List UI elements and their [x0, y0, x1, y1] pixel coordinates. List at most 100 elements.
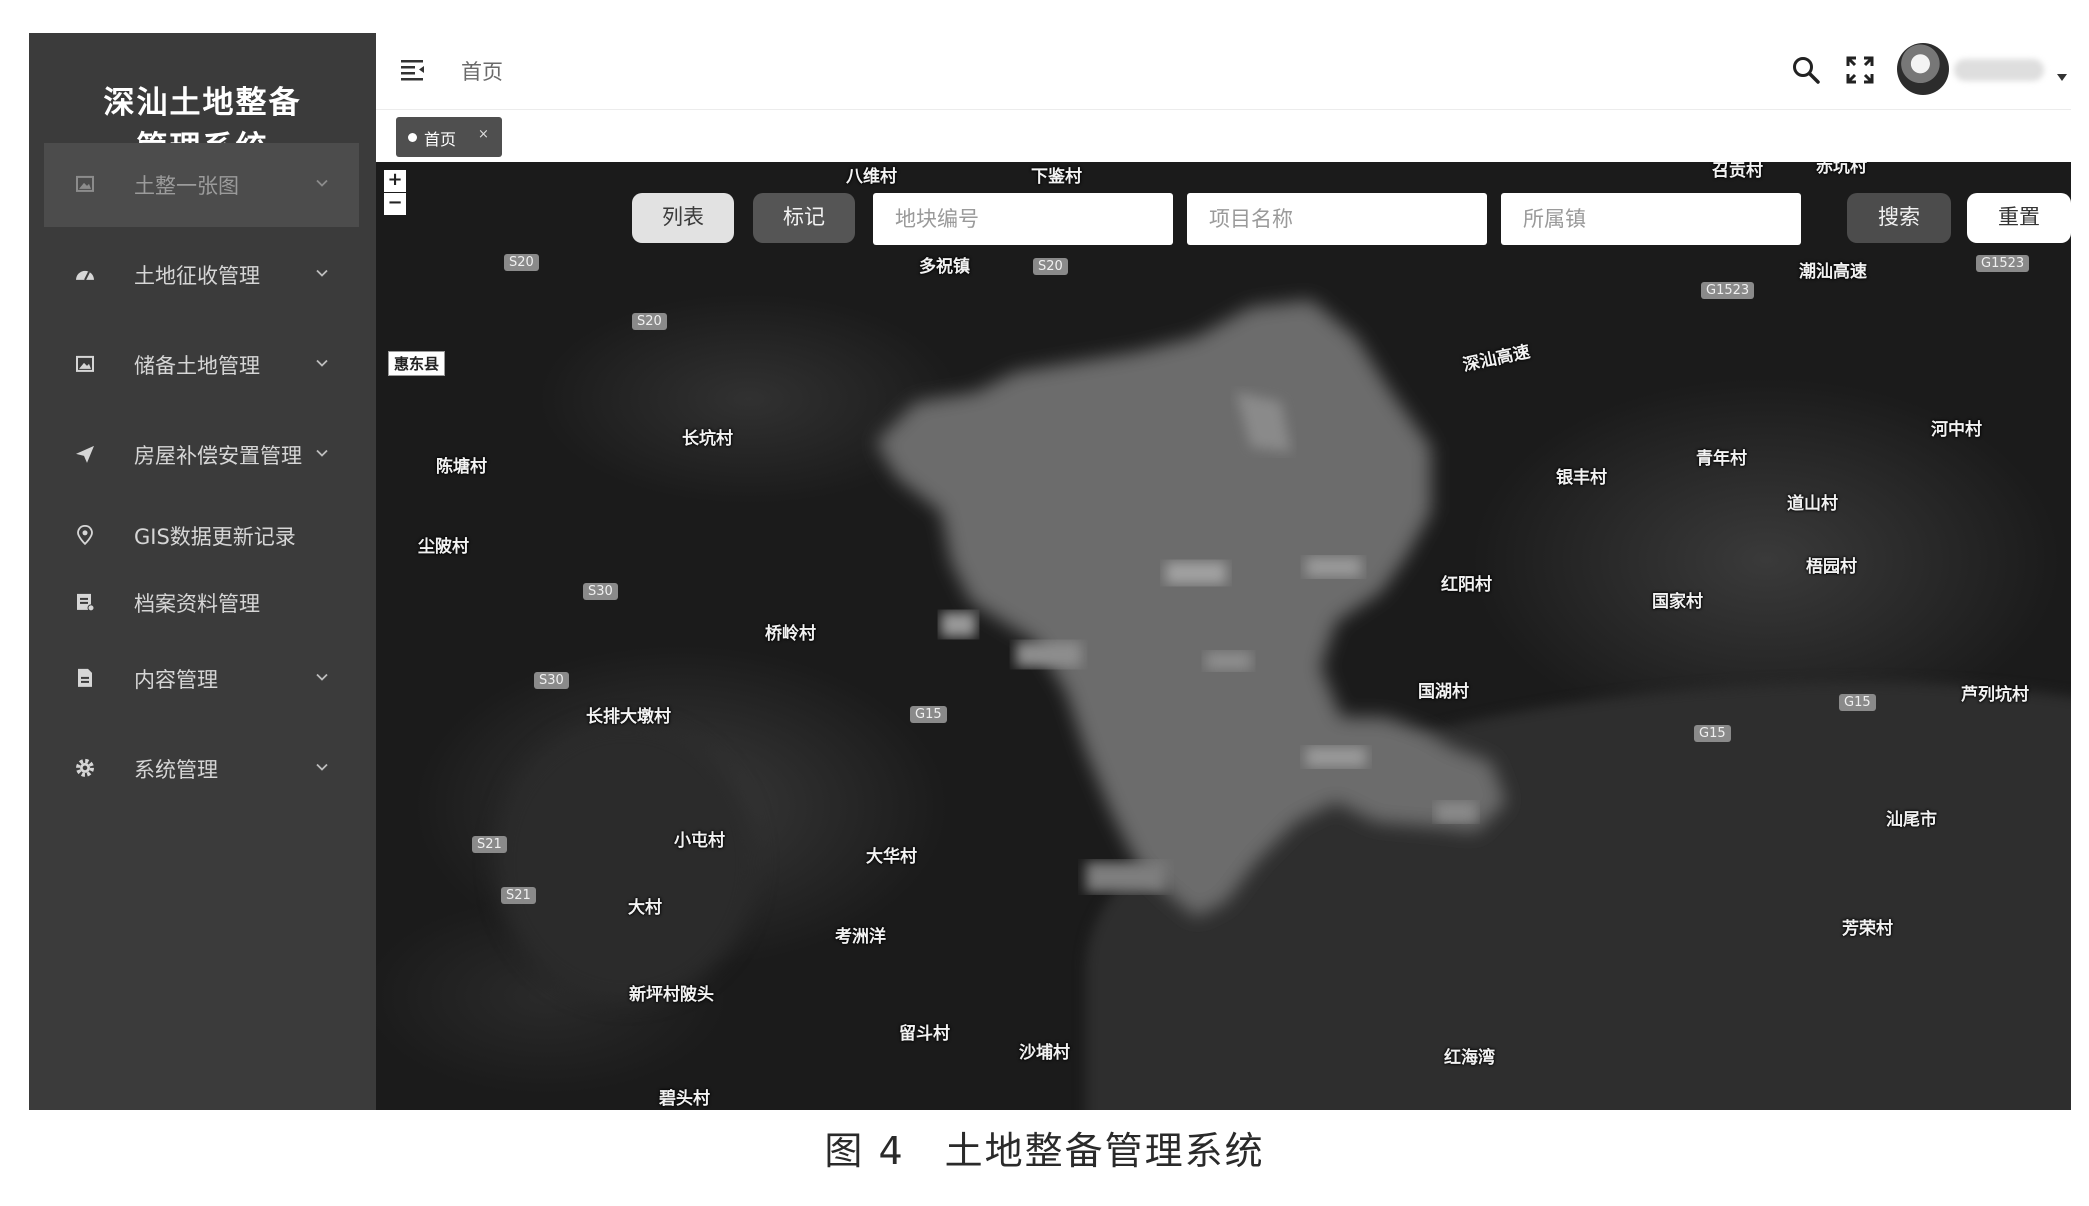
- zoom-out-button[interactable]: −: [384, 193, 406, 215]
- map-label: 八维村: [846, 167, 897, 187]
- list-button[interactable]: 列表: [632, 193, 734, 243]
- map-label: 长坑村: [682, 429, 733, 449]
- map-label: 考洲洋: [835, 927, 886, 947]
- sidebar-item-label: 内容管理: [134, 668, 218, 692]
- map-label: 芳荣村: [1842, 919, 1893, 939]
- sidebar-item-label: 土整一张图: [134, 174, 239, 198]
- app-window: 深汕土地整备 管理系统 土整一张图 土地征收管理 储备土地管理: [29, 33, 2071, 1110]
- town-input[interactable]: [1501, 193, 1801, 245]
- road-shield: S30: [583, 583, 618, 600]
- sidebar-item-reserve-land[interactable]: 储备土地管理: [44, 323, 359, 407]
- hamburger-icon[interactable]: [400, 57, 426, 81]
- map-label: 青年村: [1696, 449, 1747, 469]
- map-label: 新坪村陂头: [629, 985, 714, 1005]
- map-label: 尘陂村: [418, 537, 469, 557]
- road-shield: S30: [534, 672, 569, 689]
- active-dot-icon: [408, 133, 417, 142]
- map-label: 大村: [628, 898, 662, 918]
- plot-number-input[interactable]: [873, 193, 1173, 245]
- road-shield: G15: [910, 706, 947, 723]
- zoom-in-button[interactable]: +: [384, 170, 406, 192]
- search-icon[interactable]: [1791, 55, 1821, 85]
- map-label: 留斗村: [899, 1024, 950, 1044]
- road-shield: S20: [632, 313, 667, 330]
- chevron-down-icon: [316, 763, 328, 771]
- avatar[interactable]: [1897, 43, 1949, 95]
- figure-caption: 图 4 土地整备管理系统: [824, 1129, 1265, 1173]
- map-label: 红海湾: [1444, 1048, 1495, 1068]
- map-label: 道山村: [1787, 494, 1838, 514]
- chevron-down-icon: [316, 449, 328, 457]
- road-shield: G15: [1694, 725, 1731, 742]
- road-shield: S20: [1033, 258, 1068, 275]
- project-name-input[interactable]: [1187, 193, 1487, 245]
- chevron-down-icon: [316, 269, 328, 277]
- map-label: 芦列坑村: [1961, 685, 2029, 705]
- map-label: 河中村: [1931, 420, 1982, 440]
- road-shield: G15: [1839, 694, 1876, 711]
- app-title-line1: 深汕土地整备: [103, 85, 302, 121]
- map-label: 桥岭村: [765, 624, 816, 644]
- chevron-down-icon: [316, 179, 328, 187]
- sidebar-item-label: 系统管理: [134, 758, 218, 782]
- caret-down-icon[interactable]: [2057, 74, 2067, 81]
- username-redacted[interactable]: [1954, 59, 2044, 81]
- map-label: 赤坑村: [1816, 162, 1867, 177]
- sidebar-item-land-map[interactable]: 土整一张图: [44, 143, 359, 227]
- road-shield: G1523: [1701, 282, 1755, 299]
- sidebar-item-label: 档案资料管理: [134, 592, 260, 616]
- fullscreen-icon[interactable]: [1845, 55, 1875, 85]
- top-header: 首页: [376, 33, 2071, 110]
- sidebar-item-gis-update[interactable]: GIS数据更新记录: [44, 503, 359, 569]
- map-label: 国湖村: [1418, 682, 1469, 702]
- location-pin-icon: [77, 525, 93, 546]
- map-label: 多祝镇: [919, 257, 970, 277]
- sidebar-item-archives[interactable]: 档案资料管理: [44, 570, 359, 636]
- sidebar-item-label: 储备土地管理: [134, 354, 260, 378]
- tag-home[interactable]: 首页 ×: [396, 117, 502, 157]
- map-label: 银丰村: [1556, 468, 1607, 488]
- map-label: 长排大墩村: [586, 707, 671, 727]
- map-label: 红阳村: [1441, 575, 1492, 595]
- image-icon: [76, 175, 94, 192]
- chevron-down-icon: [316, 359, 328, 367]
- sidebar-item-system[interactable]: 系统管理: [44, 727, 359, 811]
- close-icon[interactable]: ×: [478, 127, 489, 142]
- map-label: 陈塘村: [436, 457, 487, 477]
- map-label: 大华村: [866, 847, 917, 867]
- highlighted-region: [876, 300, 1506, 917]
- map-label: 碧头村: [659, 1089, 710, 1109]
- tags-view: 首页 ×: [376, 110, 2071, 162]
- sidebar-item-label: 土地征收管理: [134, 264, 260, 288]
- map-label: 召贡村: [1712, 162, 1763, 181]
- document-icon: [78, 668, 92, 687]
- search-button[interactable]: 搜索: [1847, 193, 1951, 243]
- map-label: 潮汕高速: [1799, 262, 1867, 282]
- road-shield: S20: [504, 254, 539, 271]
- sidebar: 深汕土地整备 管理系统 土整一张图 土地征收管理 储备土地管理: [29, 33, 376, 1110]
- sidebar-item-housing-compensation[interactable]: 房屋补偿安置管理: [44, 413, 359, 497]
- mark-button[interactable]: 标记: [753, 193, 855, 243]
- sidebar-item-label: GIS数据更新记录: [134, 525, 296, 549]
- map-label: 梧园村: [1806, 557, 1857, 577]
- sidebar-item-label: 房屋补偿安置管理: [134, 444, 302, 468]
- tag-label: 首页: [424, 130, 457, 149]
- road-shield: S21: [472, 836, 507, 853]
- sidebar-item-content[interactable]: 内容管理: [44, 637, 359, 721]
- gear-icon: [76, 758, 94, 777]
- map-label: 沙埔村: [1019, 1043, 1070, 1063]
- road-shield: G1523: [1976, 255, 2030, 272]
- road-shield: S21: [501, 887, 536, 904]
- reset-button[interactable]: 重置: [1967, 193, 2071, 243]
- map-label: 国家村: [1652, 592, 1703, 612]
- map-view[interactable]: + − 八维村 下鉴村 召贡村 赤坑村 多祝镇 惠东县 长坑村 陈塘村 尘陂村 …: [376, 162, 2071, 1110]
- sidebar-item-land-expropriation[interactable]: 土地征收管理: [44, 233, 359, 317]
- map-label: 小屯村: [674, 831, 725, 851]
- chevron-down-icon: [316, 673, 328, 681]
- breadcrumb[interactable]: 首页: [461, 56, 503, 86]
- dashboard-icon: [76, 270, 94, 281]
- send-icon: [76, 445, 94, 463]
- map-label: 惠东县: [388, 351, 446, 376]
- map-label: 汕尾市: [1886, 810, 1937, 830]
- image-icon: [76, 355, 94, 372]
